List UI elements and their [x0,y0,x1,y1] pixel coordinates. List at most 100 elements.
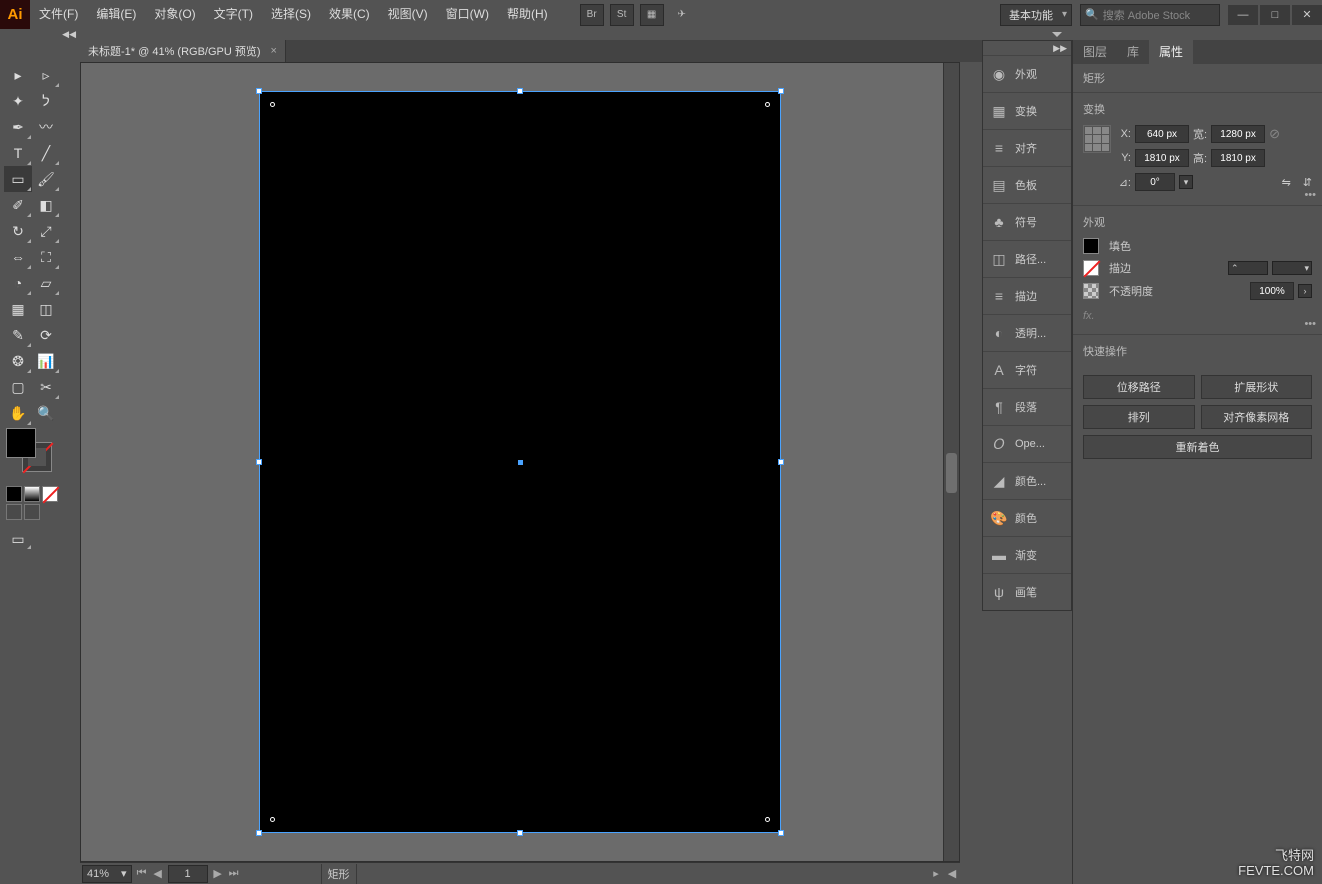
toolbar-expand-icon[interactable]: ◀◀ [62,29,76,40]
gpu-icon[interactable]: ✈ [670,4,694,26]
recolor-button[interactable]: 重新着色 [1083,435,1312,459]
menu-effect[interactable]: 效果(C) [320,0,379,29]
rotate-tool[interactable]: ↻ [4,218,32,244]
canvas-area[interactable] [80,62,960,862]
document-tab[interactable]: 未标题-1* @ 41% (RGB/GPU 预览) × [80,40,286,62]
menu-window[interactable]: 窗口(W) [437,0,498,29]
artboard-number[interactable]: 1 [168,865,208,883]
paintbrush-tool[interactable]: 🖌 [32,166,60,192]
draw-behind-icon[interactable] [24,504,40,520]
stock-search[interactable]: 🔍 搜索 Adobe Stock [1080,4,1220,26]
sel-handle-tm[interactable] [517,88,523,94]
selection-tool[interactable]: ▸ [4,62,32,88]
sel-handle-mr[interactable] [778,459,784,465]
hscroll-left-icon[interactable]: ◀ [944,866,960,882]
stock-button[interactable]: St [610,4,634,26]
fill-color-chip[interactable] [1083,238,1099,254]
none-mode-icon[interactable] [42,486,58,502]
vertical-scrollbar[interactable] [943,63,959,861]
rectangle-tool[interactable]: ▭ [4,166,32,192]
bridge-button[interactable]: Br [580,4,604,26]
scale-tool[interactable]: ⤢ [32,218,60,244]
nav-first-icon[interactable]: ⏮ [134,866,150,882]
link-wh-icon[interactable]: ⊘ [1269,126,1280,142]
zoom-select[interactable]: 41%▾ [82,865,132,883]
opacity-input[interactable]: 100% [1250,282,1294,300]
menu-object[interactable]: 对象(O) [145,0,204,29]
x-input[interactable]: 640 px [1135,125,1189,143]
opacity-chip[interactable] [1083,283,1099,299]
nav-last-icon[interactable]: ⏭ [226,866,242,882]
gradient-mode-icon[interactable] [24,486,40,502]
lasso-tool[interactable]: ל [32,88,60,114]
curvature-tool[interactable]: 〰 [32,114,60,140]
fx-button[interactable]: fx. [1083,306,1312,326]
mesh-tool[interactable]: ▦ [4,296,32,322]
slice-tool[interactable]: ✂ [32,374,60,400]
panel-brushes[interactable]: ψ画笔 [983,573,1071,610]
tab-properties[interactable]: 属性 [1149,39,1193,64]
align-pixel-button[interactable]: 对齐像素网格 [1201,405,1313,429]
arrange-docs-button[interactable]: ▦ [640,4,664,26]
arrange-button[interactable]: 排列 [1083,405,1195,429]
corner-widget-br[interactable] [765,817,770,822]
column-graph-tool[interactable]: 📊 [32,348,60,374]
direct-selection-tool[interactable]: ▹ [32,62,60,88]
shape-builder-tool[interactable]: ◔ [4,270,32,296]
sel-handle-bl[interactable] [256,830,262,836]
panel-strip-expand-icon[interactable] [1052,32,1062,37]
expand-panels-icon[interactable]: ▶▶ [1053,43,1067,54]
corner-widget-bl[interactable] [270,817,275,822]
height-input[interactable]: 1810 px [1211,149,1265,167]
flip-h-icon[interactable]: ⇋ [1282,176,1291,189]
color-mode-icon[interactable] [6,486,22,502]
shaper-tool[interactable]: ✐ [4,192,32,218]
stroke-weight-dropdown[interactable]: ▾ [1272,261,1312,275]
close-tab-icon[interactable]: × [271,45,277,57]
artboard-tool[interactable]: ▢ [4,374,32,400]
sel-handle-bm[interactable] [517,830,523,836]
draw-normal-icon[interactable] [6,504,22,520]
fill-swatch[interactable] [6,428,36,458]
stroke-weight-stepper[interactable]: ⌃ [1228,261,1268,275]
corner-widget-tr[interactable] [765,102,770,107]
free-transform-tool[interactable]: ⛶ [32,244,60,270]
panel-pathfinder[interactable]: ◫路径... [983,240,1071,277]
sel-handle-tr[interactable] [778,88,784,94]
panel-paragraph[interactable]: ¶段落 [983,388,1071,425]
transform-more-icon[interactable]: ••• [1304,189,1316,201]
menu-edit[interactable]: 编辑(E) [87,0,145,29]
angle-dropdown[interactable]: ▾ [1179,175,1193,189]
flip-v-icon[interactable]: ⇵ [1303,176,1312,189]
line-tool[interactable]: ╱ [32,140,60,166]
hand-tool[interactable]: ✋ [4,400,32,426]
menu-type[interactable]: 文字(T) [205,0,262,29]
sel-handle-br[interactable] [778,830,784,836]
magic-wand-tool[interactable]: ✦ [4,88,32,114]
panel-align[interactable]: ≡对齐 [983,129,1071,166]
tab-layers[interactable]: 图层 [1073,39,1117,64]
menu-file[interactable]: 文件(F) [30,0,87,29]
perspective-tool[interactable]: ▱ [32,270,60,296]
nav-prev-icon[interactable]: ◀ [150,866,166,882]
artboard-rectangle[interactable] [259,91,781,833]
panel-stroke[interactable]: ≡描边 [983,277,1071,314]
panel-appearance[interactable]: ◉外观 [983,55,1071,92]
fill-stroke-swatch[interactable] [4,428,60,484]
sel-handle-tl[interactable] [256,88,262,94]
sel-handle-ml[interactable] [256,459,262,465]
pen-tool[interactable]: ✒ [4,114,32,140]
opacity-dropdown[interactable]: › [1298,284,1312,298]
panel-transparency[interactable]: ◐透明... [983,314,1071,351]
stroke-color-chip[interactable] [1083,260,1099,276]
blend-tool[interactable]: ⟳ [32,322,60,348]
nav-next-icon[interactable]: ▶ [210,866,226,882]
eraser-tool[interactable]: ◧ [32,192,60,218]
panel-swatches[interactable]: ▤色板 [983,166,1071,203]
panel-opentype[interactable]: 𝑂Ope... [983,425,1071,462]
menu-help[interactable]: 帮助(H) [498,0,557,29]
appearance-more-icon[interactable]: ••• [1304,318,1316,330]
panel-gradient[interactable]: ▬渐变 [983,536,1071,573]
scrollbar-thumb[interactable] [946,453,957,493]
tab-libraries[interactable]: 库 [1117,39,1149,64]
